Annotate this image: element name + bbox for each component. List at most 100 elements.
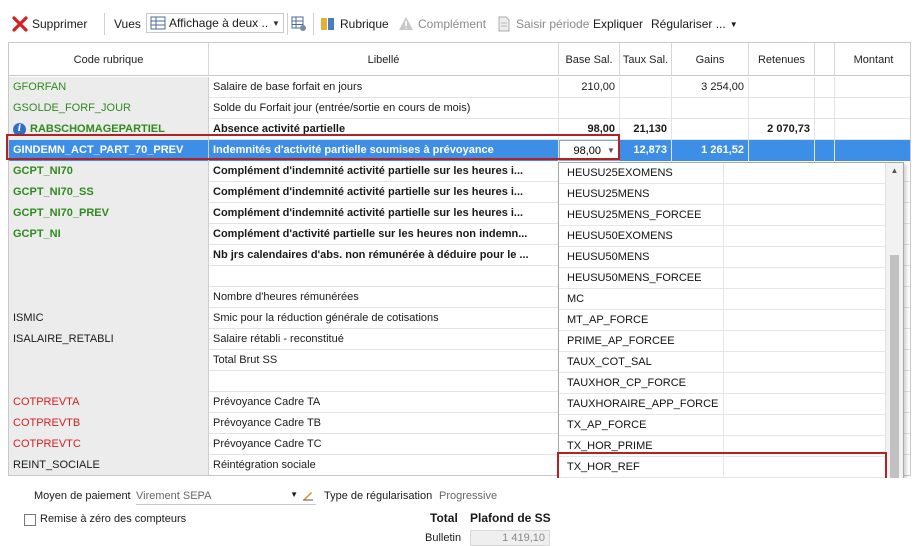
header-code[interactable]: Code rubrique (9, 43, 209, 76)
cell-retenues[interactable] (749, 98, 815, 119)
cell-code[interactable]: REINT_SOCIALE (9, 455, 209, 475)
cell-code[interactable]: COTPREVTB (9, 413, 209, 434)
cell-libelle[interactable]: Complément d'indemnité activité partiell… (209, 182, 559, 203)
header-base[interactable]: Base Sal. (559, 43, 620, 76)
cell-libelle[interactable]: Complément d'activité partielle sur les … (209, 224, 559, 245)
cell-montant[interactable] (835, 140, 910, 161)
header-retenues[interactable]: Retenues (749, 43, 815, 76)
chevron-down-icon: ▼ (729, 19, 738, 29)
dropdown-option-label: HEUSU50MENS_FORCEE (567, 272, 702, 284)
cell-gains[interactable]: 1 261,52 (672, 140, 749, 161)
cell-code[interactable]: GCPT_NI70_SS (9, 182, 209, 203)
cell-blank[interactable] (815, 119, 835, 140)
regularisation-type-label: Type de régularisation (324, 490, 433, 502)
grid-settings-button[interactable] (291, 14, 311, 34)
dropdown-option[interactable]: HEUSU50EXOMENS (559, 226, 885, 247)
cell-blank[interactable] (815, 98, 835, 119)
delete-button[interactable]: Supprimer (12, 14, 87, 34)
cell-libelle[interactable]: Prévoyance Cadre TB (209, 413, 559, 434)
document-icon (496, 16, 512, 32)
cell-retenues[interactable]: 2 070,73 (749, 119, 815, 140)
cell-montant[interactable] (835, 98, 910, 119)
dropdown-option[interactable]: TAUX_COT_SAL (559, 352, 885, 373)
payment-method-dropdown[interactable]: Virement SEPA ▼ (136, 487, 316, 505)
dropdown-option[interactable]: TX_AP_FORCE (559, 415, 885, 436)
dropdown-option[interactable]: HEUSU25EXOMENS (559, 163, 885, 184)
cell-libelle[interactable]: Nombre d'heures rémunérées (209, 287, 559, 308)
cell-code[interactable]: ISMIC (9, 308, 209, 329)
cell-code[interactable]: GCPT_NI (9, 224, 209, 245)
cell-libelle[interactable] (209, 371, 559, 392)
views-dropdown[interactable]: Affichage à deux ... ▼ (146, 13, 284, 33)
dropdown-option[interactable]: MC (559, 289, 885, 310)
cell-libelle[interactable]: Complément d'indemnité activité partiell… (209, 203, 559, 224)
cell-code[interactable] (9, 350, 209, 371)
header-taux[interactable]: Taux Sal. (620, 43, 672, 76)
cell-montant[interactable] (835, 77, 910, 98)
cell-taux[interactable]: 21,130 (620, 119, 672, 140)
table-row[interactable]: GFORFAN Salaire de base forfait en jours 2… (9, 77, 910, 98)
cell-taux[interactable]: 12,873 (620, 140, 672, 161)
cell-code[interactable]: COTPREVTA (9, 392, 209, 413)
cell-code[interactable]: COTPREVTC (9, 434, 209, 455)
dropdown-option[interactable]: TAUXHOR_CP_FORCE (559, 373, 885, 394)
cell-libelle[interactable]: Salaire rétabli - reconstitué (209, 329, 559, 350)
cell-retenues[interactable] (749, 77, 815, 98)
rubrique-button[interactable]: Rubrique (320, 14, 389, 34)
dropdown-scrollbar[interactable]: ▲ ▼ (885, 163, 903, 515)
cell-taux[interactable] (620, 77, 672, 98)
cell-libelle[interactable]: Nb jrs calendaires d'abs. non rémunérée … (209, 245, 559, 266)
dropdown-option[interactable]: MT_AP_FORCE (559, 310, 885, 331)
cell-code[interactable] (9, 371, 209, 392)
cell-gains[interactable] (672, 119, 749, 140)
cell-libelle[interactable]: Réintégration sociale (209, 455, 559, 475)
column-divider (723, 268, 724, 289)
edit-pencil-icon[interactable] (302, 489, 314, 504)
views-label: Vues (114, 17, 141, 31)
complement-button[interactable]: Complément (398, 14, 486, 34)
dropdown-option[interactable]: HEUSU50MENS_FORCEE (559, 268, 885, 289)
header-libelle[interactable]: Libellé (209, 43, 559, 76)
scroll-up-icon[interactable]: ▲ (886, 163, 903, 179)
cell-libelle[interactable]: Smic pour la réduction générale de cotis… (209, 308, 559, 329)
cell-blank[interactable] (815, 140, 835, 161)
cell-gains[interactable]: 3 254,00 (672, 77, 749, 98)
cell-montant[interactable] (835, 119, 910, 140)
column-divider (723, 331, 724, 352)
scroll-thumb[interactable] (890, 255, 899, 493)
cell-libelle[interactable] (209, 266, 559, 287)
regularisation-type-value[interactable]: Progressive (439, 490, 497, 502)
cell-code[interactable]: GCPT_NI70_PREV (9, 203, 209, 224)
cell-code[interactable]: GSOLDE_FORF_JOUR (9, 98, 209, 119)
cell-libelle[interactable]: Prévoyance Cadre TC (209, 434, 559, 455)
expliquer-button[interactable]: Expliquer (593, 14, 643, 34)
dropdown-option[interactable]: TAUXHORAIRE_APP_FORCE (559, 394, 885, 415)
cell-base[interactable]: 210,00 (559, 77, 620, 98)
dropdown-option[interactable]: HEUSU50MENS (559, 247, 885, 268)
cell-code[interactable] (9, 287, 209, 308)
cell-base[interactable] (559, 98, 620, 119)
cell-taux[interactable] (620, 98, 672, 119)
dropdown-option[interactable]: HEUSU25MENS (559, 184, 885, 205)
cell-gains[interactable] (672, 98, 749, 119)
reset-counters-checkbox[interactable] (24, 514, 36, 526)
cell-libelle[interactable]: Solde du Forfait jour (entrée/sortie en … (209, 98, 559, 119)
dropdown-option[interactable]: PRIME_AP_FORCEE (559, 331, 885, 352)
cell-blank[interactable] (815, 77, 835, 98)
cell-code[interactable] (9, 245, 209, 266)
saisir-periode-button[interactable]: Saisir période (496, 14, 589, 34)
cell-code[interactable]: GFORFAN (9, 77, 209, 98)
cell-code[interactable]: ISALAIRE_RETABLI (9, 329, 209, 350)
regulariser-menu[interactable]: Régulariser ... ▼ (651, 14, 738, 34)
table-row[interactable]: GSOLDE_FORF_JOUR Solde du Forfait jour (e… (9, 98, 910, 119)
cell-code[interactable]: GCPT_NI70 (9, 161, 209, 182)
cell-retenues[interactable] (749, 140, 815, 161)
header-montant[interactable]: Montant (835, 43, 910, 76)
header-gains[interactable]: Gains (672, 43, 749, 76)
dropdown-option[interactable]: HEUSU25MENS_FORCEE (559, 205, 885, 226)
cell-libelle[interactable]: Prévoyance Cadre TA (209, 392, 559, 413)
cell-libelle[interactable]: Total Brut SS (209, 350, 559, 371)
cell-libelle[interactable]: Salaire de base forfait en jours (209, 77, 559, 98)
cell-code[interactable] (9, 266, 209, 287)
cell-libelle[interactable]: Complément d'indemnité activité partiell… (209, 161, 559, 182)
